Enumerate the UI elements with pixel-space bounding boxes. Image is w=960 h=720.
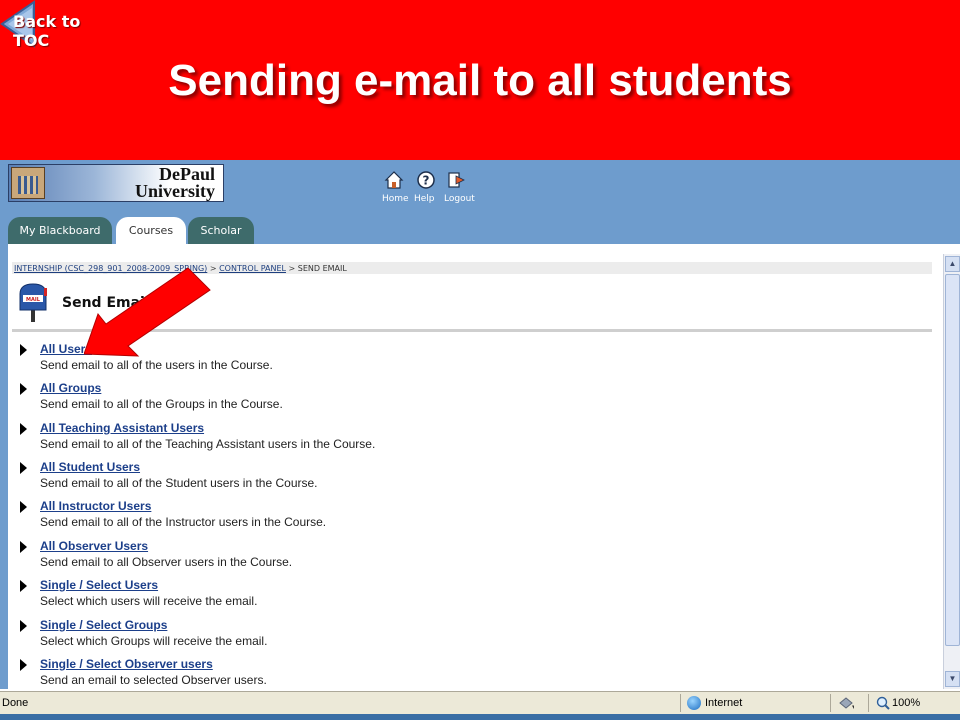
tab-scholar[interactable]: Scholar	[188, 217, 254, 244]
list-item: All Observer Users Send email to all Obs…	[18, 539, 718, 575]
list-item: All Groups Send email to all of the Grou…	[18, 381, 718, 417]
triangle-bullet-icon	[20, 659, 27, 671]
triangle-bullet-icon	[20, 462, 27, 474]
mailbox-icon: MAIL	[19, 283, 47, 322]
all-teaching-assistant-users-link[interactable]: All Teaching Assistant Users	[40, 421, 204, 435]
vertical-scrollbar[interactable]: ▲ ▼	[943, 254, 960, 689]
item-description: Send email to all of the Student users i…	[40, 476, 318, 490]
list-item: All Student Users Send email to all of t…	[18, 460, 718, 496]
logo-line-2: University	[135, 181, 215, 201]
taskbar-strip	[0, 714, 960, 720]
list-item: All Instructor Users Send email to all o…	[18, 499, 718, 535]
security-zone: Internet	[705, 697, 743, 709]
triangle-bullet-icon	[20, 620, 27, 632]
list-item: Single / Select Observer users Send an e…	[18, 657, 718, 693]
svg-text:▾: ▾	[852, 703, 854, 710]
status-separator	[830, 694, 831, 712]
globe-icon	[687, 696, 701, 710]
help-label[interactable]: Help	[414, 194, 435, 204]
triangle-bullet-icon	[20, 541, 27, 553]
protected-mode-icon[interactable]: ▾	[838, 696, 854, 710]
item-description: Select which Groups will receive the ema…	[40, 634, 268, 648]
triangle-bullet-icon	[20, 501, 27, 513]
list-item: All Teaching Assistant Users Send email …	[18, 421, 718, 457]
all-student-users-link[interactable]: All Student Users	[40, 460, 140, 474]
triangle-bullet-icon	[20, 344, 27, 356]
status-bar: Done Internet ▾ 100%	[0, 691, 960, 714]
status-separator	[680, 694, 681, 712]
depaul-logo: DePaul University	[8, 164, 224, 202]
home-icon[interactable]	[384, 170, 404, 190]
breadcrumb-current: SEND EMAIL	[297, 264, 347, 273]
scroll-up-button[interactable]: ▲	[945, 256, 960, 272]
single-select-groups-link[interactable]: Single / Select Groups	[40, 618, 167, 632]
status-text: Done	[2, 697, 29, 709]
svg-text:?: ?	[423, 174, 430, 188]
single-select-observer-users-link[interactable]: Single / Select Observer users	[40, 657, 213, 671]
item-description: Send an email to selected Observer users…	[40, 673, 267, 687]
status-separator	[868, 694, 869, 712]
triangle-bullet-icon	[20, 383, 27, 395]
scroll-thumb[interactable]	[945, 274, 960, 646]
logout-icon[interactable]	[446, 170, 466, 190]
item-description: Send email to all of the Groups in the C…	[40, 397, 283, 411]
item-description: Send email to all of the Instructor user…	[40, 515, 327, 529]
all-observer-users-link[interactable]: All Observer Users	[40, 539, 148, 553]
item-description: Select which users will receive the emai…	[40, 594, 258, 608]
item-description: Send email to all of the Teaching Assist…	[40, 437, 376, 451]
home-label[interactable]: Home	[382, 194, 409, 204]
slide-title: Sending e-mail to all students	[168, 56, 792, 105]
single-select-users-link[interactable]: Single / Select Users	[40, 578, 158, 592]
tab-courses[interactable]: Courses	[116, 217, 186, 244]
help-icon[interactable]: ?	[416, 170, 436, 190]
zoom-level[interactable]: 100%	[892, 697, 920, 709]
all-instructor-users-link[interactable]: All Instructor Users	[40, 499, 151, 513]
triangle-bullet-icon	[20, 423, 27, 435]
zoom-icon[interactable]	[876, 696, 890, 710]
svg-text:MAIL: MAIL	[26, 297, 41, 303]
breadcrumb-separator: >	[288, 264, 296, 273]
slide-header: Back to TOC Sending e-mail to all studen…	[0, 0, 960, 160]
all-groups-link[interactable]: All Groups	[40, 381, 101, 395]
red-arrow-annotation	[84, 267, 211, 357]
top-nav: Home ? Help Logout	[382, 170, 482, 210]
list-item: Single / Select Users Select which users…	[18, 578, 718, 614]
back-to-toc-label: Back to TOC	[13, 12, 81, 50]
building-image	[11, 167, 45, 199]
list-item: Single / Select Groups Select which Grou…	[18, 618, 718, 654]
back-to-toc-button[interactable]: Back to TOC	[0, 0, 120, 50]
scroll-down-button[interactable]: ▼	[945, 671, 960, 687]
item-description: Send email to all Observer users in the …	[40, 555, 293, 569]
tab-my-blackboard[interactable]: My Blackboard	[8, 217, 112, 244]
breadcrumb-control-panel[interactable]: CONTROL PANEL	[219, 264, 286, 273]
logout-label[interactable]: Logout	[444, 194, 475, 204]
triangle-bullet-icon	[20, 580, 27, 592]
